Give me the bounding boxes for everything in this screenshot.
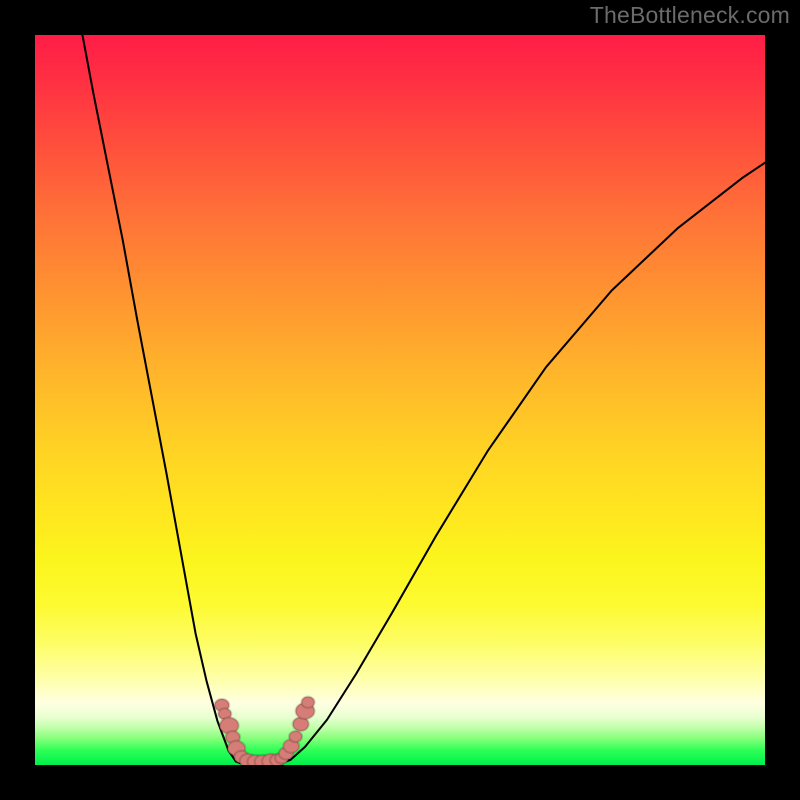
marker-group <box>215 697 315 765</box>
curve-right-branch <box>291 163 766 760</box>
marker-dot <box>301 697 314 708</box>
plot-area <box>35 35 765 765</box>
watermark-text: TheBottleneck.com <box>590 2 790 29</box>
curve-left-branch <box>82 35 235 761</box>
marker-dot <box>289 731 302 742</box>
chart-frame: TheBottleneck.com <box>0 0 800 800</box>
curve-layer <box>35 35 765 765</box>
